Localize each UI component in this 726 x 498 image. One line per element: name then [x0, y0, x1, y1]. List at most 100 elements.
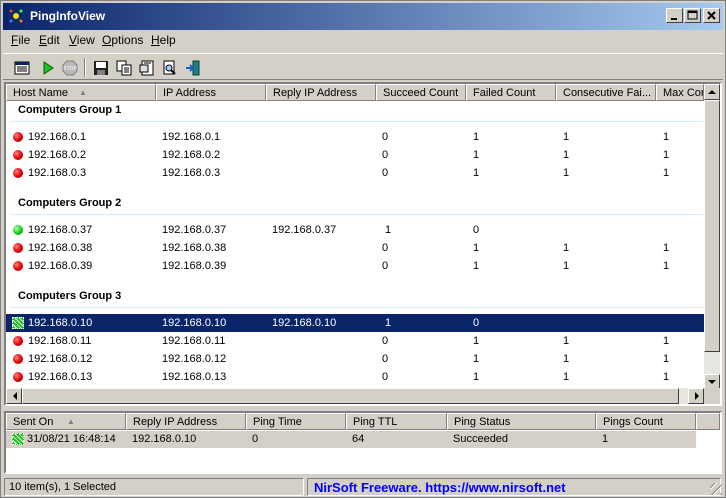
ping-results-list[interactable]: Sent On ▲ Reply IP Address Ping Time Pin… [4, 411, 722, 474]
group-header: Computers Group 2 [18, 197, 122, 209]
failed-count: 1 [473, 335, 480, 347]
succeed-count: 0 [382, 371, 389, 383]
horizontal-scrollbar[interactable] [6, 388, 704, 404]
host-name: 192.168.0.37 [28, 224, 93, 236]
column-sent-on[interactable]: Sent On ▲ [6, 413, 126, 430]
succeed-count: 0 [382, 149, 389, 161]
host-row[interactable]: 192.168.0.37 192.168.0.37 192.168.0.37 1… [6, 221, 704, 239]
scroll-up-button[interactable] [704, 84, 720, 100]
failed-status-icon [13, 150, 23, 160]
menu-help[interactable]: Help [151, 33, 176, 47]
arrow-left-icon [13, 392, 17, 400]
column-ping-ttl[interactable]: Ping TTL [346, 413, 447, 430]
column-reply-ip-address[interactable]: Reply IP Address [126, 413, 246, 430]
vertical-scroll-thumb[interactable] [704, 100, 720, 352]
consecutive-failed: 1 [563, 149, 570, 161]
start-ping-icon [43, 61, 54, 75]
svg-text:STOP: STOP [63, 66, 76, 72]
succeed-count: 1 [385, 224, 392, 236]
reply-ip: 192.168.0.10 [272, 317, 337, 329]
failed-count: 0 [473, 317, 480, 329]
column-max-consecutive[interactable]: Max Cons... [656, 84, 704, 101]
failed-status-icon [13, 372, 23, 382]
succeed-count: 1 [385, 317, 392, 329]
scroll-right-button[interactable] [688, 388, 704, 404]
html-report-button[interactable] [136, 57, 158, 78]
ping-time: 0 [252, 433, 259, 445]
host-name: 192.168.0.2 [28, 149, 87, 161]
app-window: PingInfoView File Edit View Options Help [0, 0, 726, 498]
host-name: 192.168.0.10 [28, 317, 93, 329]
host-row-selected[interactable]: 192.168.0.10 192.168.0.10 192.168.0.10 1… [6, 314, 704, 332]
column-succeed-count[interactable]: Succeed Count [376, 84, 466, 101]
nirsoft-link[interactable]: NirSoft Freeware. https://www.nirsoft.ne… [307, 478, 721, 496]
close-button[interactable] [703, 8, 720, 23]
menu-file[interactable]: File [11, 33, 30, 47]
hosts-list-header: Host Name ▲ IP Address Reply IP Address … [6, 84, 704, 101]
column-ping-time[interactable]: Ping Time [246, 413, 346, 430]
consecutive-failed: 1 [563, 260, 570, 272]
ip-address: 192.168.0.2 [162, 149, 221, 161]
ping-ttl: 64 [352, 433, 365, 445]
resize-grip[interactable] [710, 483, 722, 495]
menu-edit[interactable]: Edit [39, 33, 60, 47]
ping-status: Succeeded [453, 433, 509, 445]
title-bar[interactable]: PingInfoView [3, 3, 723, 30]
success-status-icon [12, 433, 24, 445]
host-name: 192.168.0.38 [28, 242, 93, 254]
max-consecutive: 1 [663, 260, 670, 272]
column-host-name[interactable]: Host Name ▲ [6, 84, 156, 101]
properties-list-button[interactable] [11, 57, 33, 78]
find-icon [163, 60, 176, 75]
save-button[interactable] [90, 57, 112, 78]
exit-icon [186, 60, 200, 76]
start-ping-button[interactable] [37, 57, 59, 78]
maximize-button[interactable] [684, 8, 701, 23]
properties-list-icon [14, 61, 30, 75]
minimize-button[interactable] [666, 8, 683, 23]
column-consecutive-failed[interactable]: Consecutive Fai... [556, 84, 656, 101]
ip-address: 192.168.0.3 [162, 167, 221, 179]
host-row[interactable]: 192.168.0.11 192.168.0.11 0 1 1 1 [6, 332, 704, 350]
exit-button[interactable] [182, 57, 204, 78]
host-row[interactable]: 192.168.0.2 192.168.0.2 0 1 1 1 [6, 146, 704, 164]
html-report-icon [139, 60, 154, 76]
host-row[interactable]: 192.168.0.39 192.168.0.39 0 1 1 1 [6, 257, 704, 275]
column-failed-count[interactable]: Failed Count [466, 84, 556, 101]
hosts-list[interactable]: Host Name ▲ IP Address Reply IP Address … [4, 82, 722, 406]
succeed-count: 0 [382, 260, 389, 272]
stop-icon: STOP [62, 60, 78, 76]
host-row[interactable]: 192.168.0.3 192.168.0.3 0 1 1 1 [6, 164, 704, 182]
consecutive-failed: 1 [563, 131, 570, 143]
host-row[interactable]: 192.168.0.12 192.168.0.12 0 1 1 1 [6, 350, 704, 368]
failed-count: 1 [473, 167, 480, 179]
ip-address: 192.168.0.13 [162, 371, 227, 383]
copy-icon [116, 60, 132, 76]
toolbar: STOP [3, 53, 723, 80]
host-row[interactable]: 192.168.0.38 192.168.0.38 0 1 1 1 [6, 239, 704, 257]
status-bar: 10 item(s), 1 Selected NirSoft Freeware.… [3, 477, 723, 496]
column-pings-count[interactable]: Pings Count [596, 413, 696, 430]
vertical-scrollbar[interactable] [704, 84, 720, 390]
host-row[interactable]: 192.168.0.1 192.168.0.1 0 1 1 1 [6, 128, 704, 146]
failed-count: 1 [473, 149, 480, 161]
sort-ascending-icon: ▲ [79, 88, 87, 97]
ping-result-row[interactable]: 31/08/21 16:48:14 192.168.0.10 0 64 Succ… [6, 431, 696, 448]
find-button[interactable] [159, 57, 181, 78]
column-ip-address[interactable]: IP Address [156, 84, 266, 101]
max-consecutive: 1 [663, 149, 670, 161]
max-consecutive: 1 [663, 353, 670, 365]
copy-button[interactable] [113, 57, 135, 78]
scroll-left-button[interactable] [6, 388, 22, 404]
menu-file-rest: ile [18, 33, 31, 47]
menu-options[interactable]: Options [102, 33, 143, 47]
host-row[interactable]: 192.168.0.13 192.168.0.13 0 1 1 1 [6, 368, 704, 386]
succeed-count: 0 [382, 167, 389, 179]
stop-ping-button[interactable]: STOP [59, 57, 81, 78]
horizontal-scroll-thumb[interactable] [22, 388, 679, 404]
column-ping-status[interactable]: Ping Status [447, 413, 596, 430]
column-reply-ip-address[interactable]: Reply IP Address [266, 84, 376, 101]
host-name: 192.168.0.13 [28, 371, 93, 383]
failed-count: 1 [473, 242, 480, 254]
menu-view[interactable]: View [69, 33, 95, 47]
